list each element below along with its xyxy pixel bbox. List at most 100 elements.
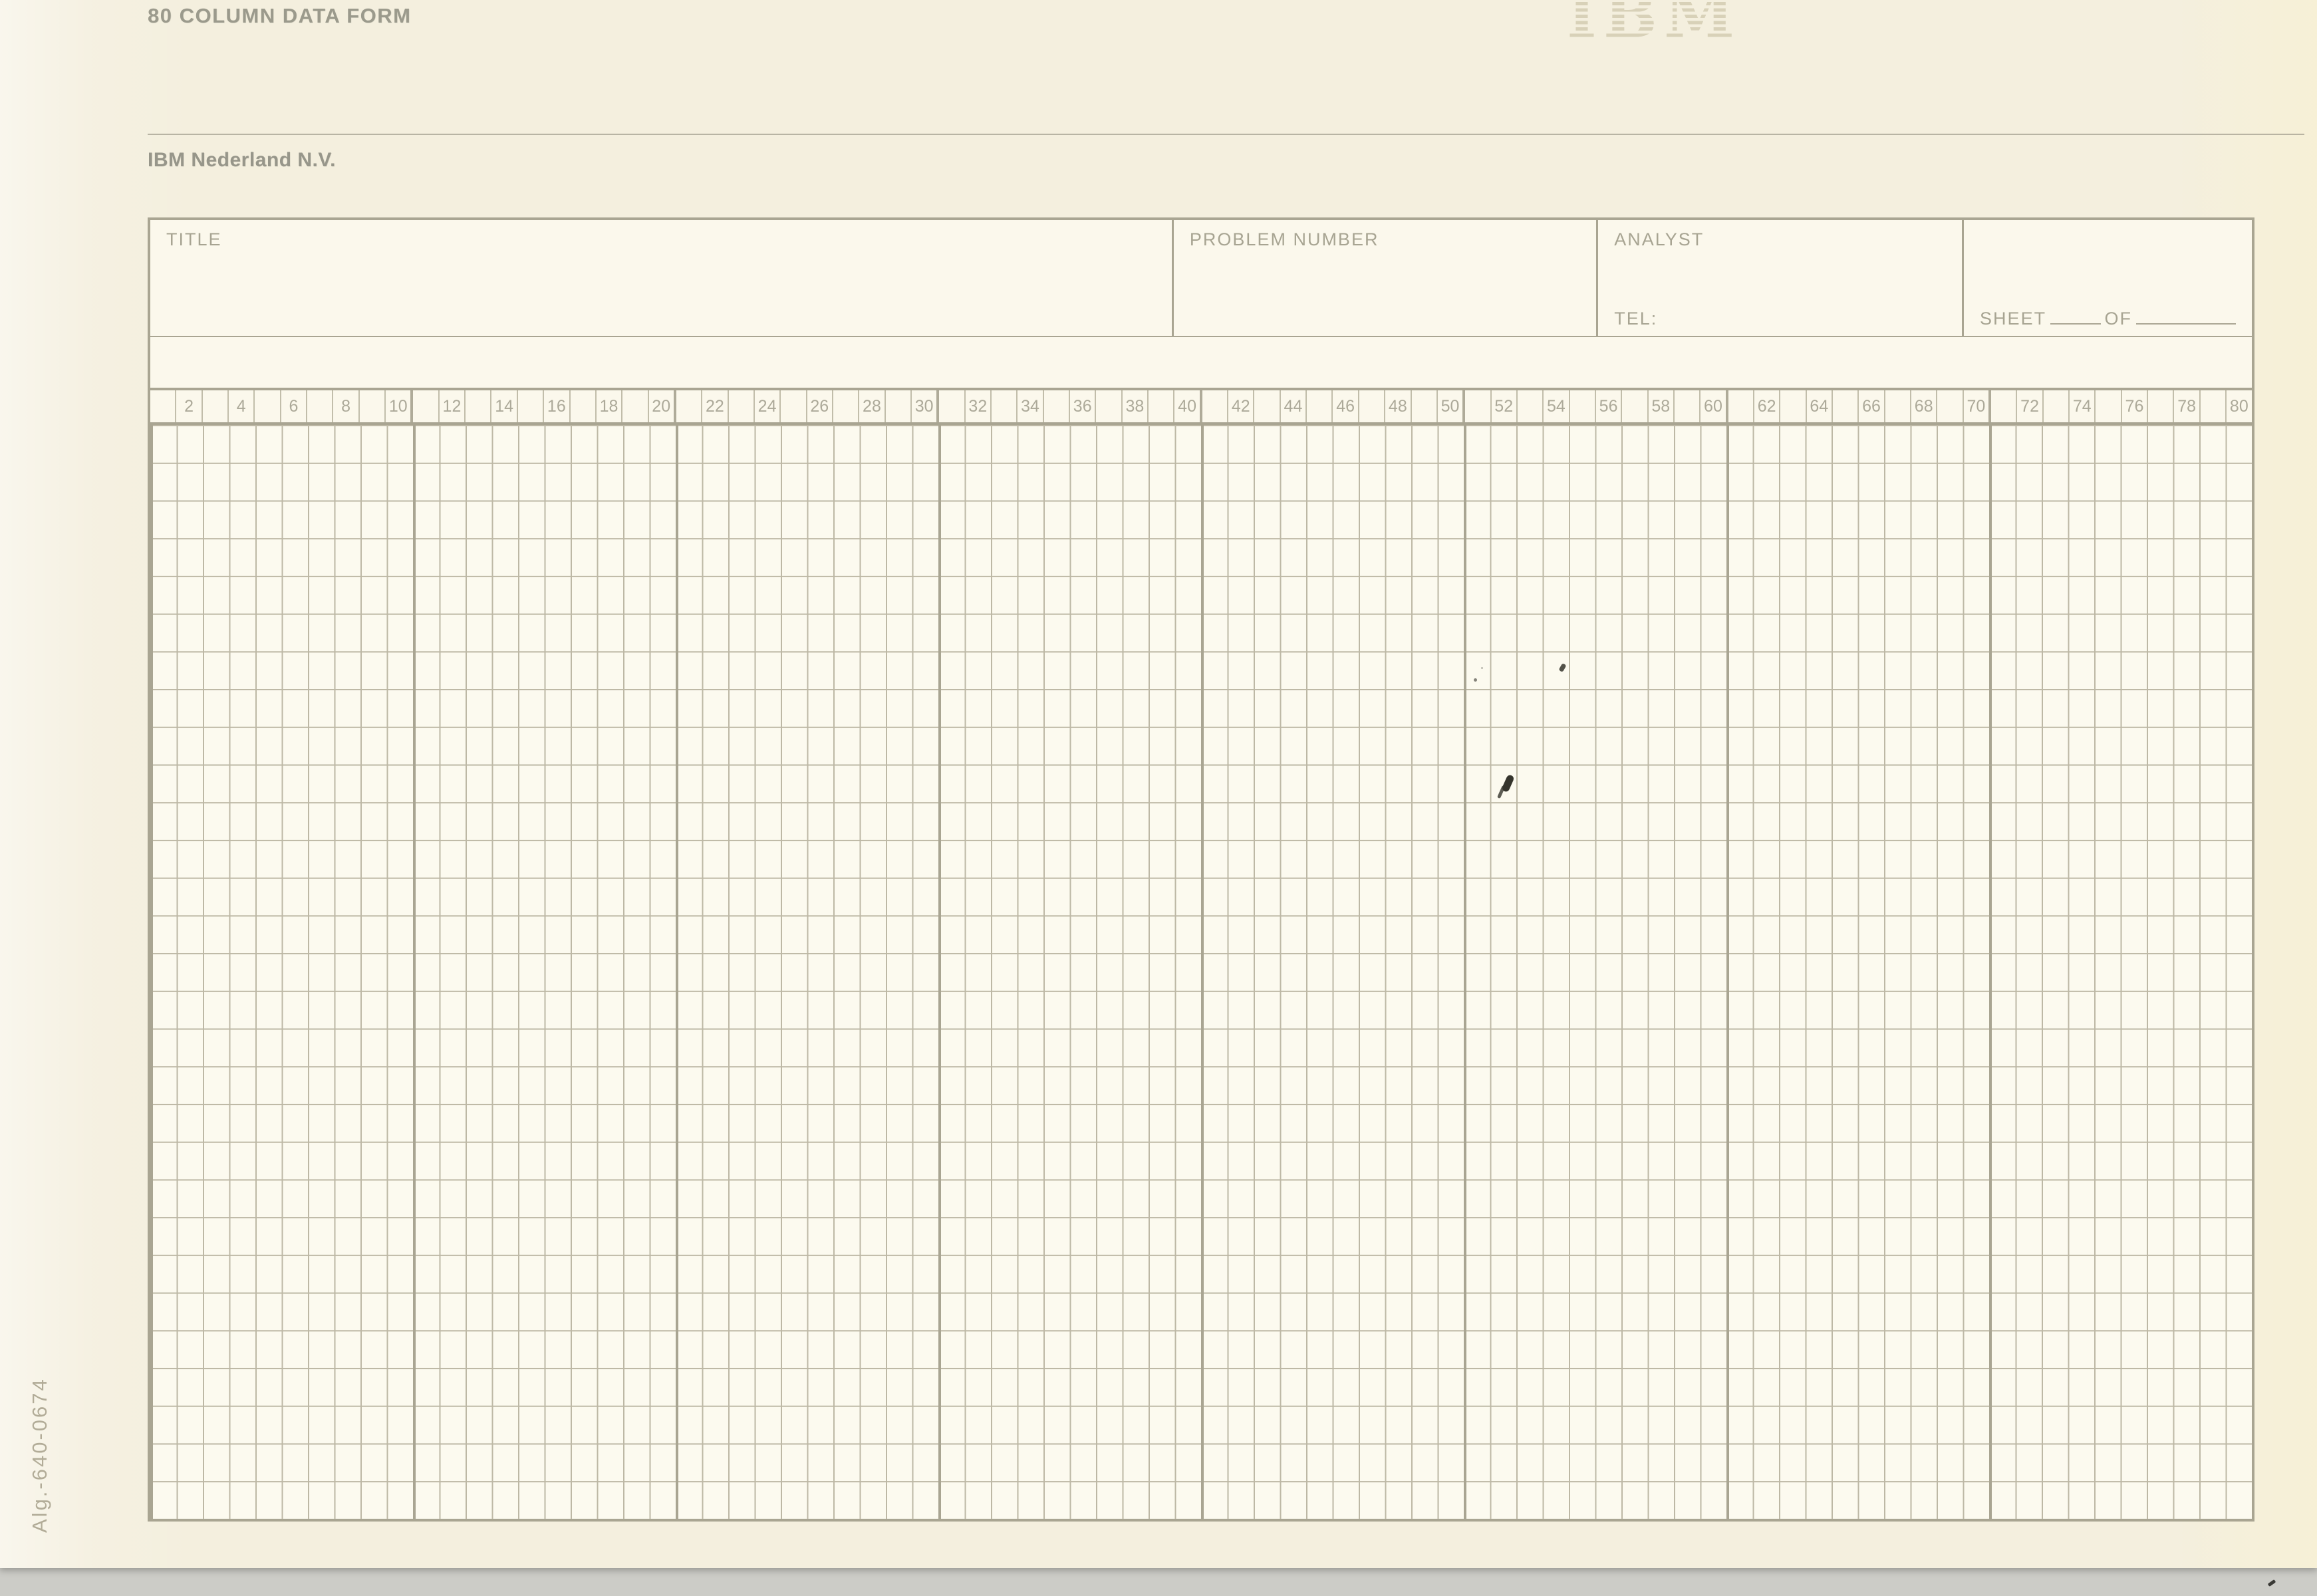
column-number-cell: 2: [176, 390, 202, 422]
column-number-cell: 50: [1438, 390, 1465, 422]
sheet-blank-rule: [2050, 306, 2100, 325]
sheet-field: SHEET OF: [1964, 220, 2252, 336]
column-number-cell: 70: [1964, 390, 1991, 422]
column-number-cell: [1149, 390, 1174, 422]
column-number-cell: [676, 390, 702, 422]
column-number-cell: 60: [1701, 390, 1728, 422]
scanned-page: 80 COLUMN DATA FORM IBM IBM Nederland N.…: [0, 0, 2317, 1596]
column-number-cell: 80: [2227, 390, 2251, 422]
column-number-cell: [1412, 390, 1438, 422]
column-number-cell: 38: [1123, 390, 1149, 422]
of-label: OF: [2105, 309, 2133, 329]
column-number-cell: [1465, 390, 1491, 422]
sheet-of-line: SHEET OF: [1980, 306, 2239, 329]
column-number-cell: 24: [755, 390, 781, 422]
column-number-cell: 64: [1807, 390, 1833, 422]
title-label: TITLE: [166, 229, 1172, 250]
column-number-cell: [1307, 390, 1333, 422]
column-number-cell: [1202, 390, 1228, 422]
column-number-cell: 6: [281, 390, 307, 422]
of-blank-rule: [2136, 306, 2236, 325]
blank-comment-strip: [150, 336, 2252, 388]
column-number-cell: [1254, 390, 1280, 422]
column-number-cell: [1833, 390, 1859, 422]
column-number-cell: 28: [859, 390, 885, 422]
column-number-cell: [518, 390, 544, 422]
data-form-table: TITLE PROBLEM NUMBER ANALYST TEL: SHEET …: [148, 217, 2254, 1522]
column-number-cell: [939, 390, 965, 422]
column-number-cell: 10: [386, 390, 413, 422]
column-number-cell: 48: [1385, 390, 1411, 422]
column-number-cell: [992, 390, 1018, 422]
column-number-cell: [2096, 390, 2121, 422]
column-number-cell: 72: [2017, 390, 2043, 422]
column-number-cell: 52: [1492, 390, 1518, 422]
column-number-cell: 34: [1018, 390, 1043, 422]
column-number-cell: [571, 390, 597, 422]
paper-sheet: 80 COLUMN DATA FORM IBM IBM Nederland N.…: [0, 0, 2317, 1568]
analyst-label: ANALYST: [1614, 229, 1962, 250]
column-number-cell: [1991, 390, 2017, 422]
column-number-cell: 56: [1596, 390, 1622, 422]
column-number-cell: [360, 390, 386, 422]
column-number-cell: [466, 390, 491, 422]
tel-label: TEL:: [1614, 309, 1962, 329]
column-number-cell: 20: [649, 390, 676, 422]
form-title: 80 COLUMN DATA FORM: [148, 4, 411, 28]
ibm-logo: IBM: [1567, 0, 1741, 42]
column-number-cell: 62: [1754, 390, 1780, 422]
ink-speck: [1474, 678, 1477, 682]
problem-number-field: PROBLEM NUMBER: [1174, 220, 1598, 336]
column-number-cell: [1675, 390, 1701, 422]
column-number-cell: [150, 390, 176, 422]
column-number-cell: [1622, 390, 1648, 422]
column-number-cell: [781, 390, 807, 422]
column-number-cell: [203, 390, 229, 422]
column-number-cell: 42: [1228, 390, 1254, 422]
column-number-cell: [2148, 390, 2174, 422]
column-number-cell: 18: [597, 390, 622, 422]
column-number-cell: [622, 390, 648, 422]
column-number-cell: 8: [333, 390, 359, 422]
column-number-cell: 36: [1070, 390, 1096, 422]
column-number-cell: [1518, 390, 1544, 422]
column-number-cell: [307, 390, 333, 422]
scanner-debris-mark: [2268, 1579, 2276, 1587]
column-number-cell: [1570, 390, 1596, 422]
form-header-row: TITLE PROBLEM NUMBER ANALYST TEL: SHEET …: [150, 220, 2252, 336]
coding-grid: [150, 425, 2252, 1519]
title-field: TITLE: [150, 220, 1174, 336]
column-number-cell: 32: [966, 390, 992, 422]
column-number-cell: [2044, 390, 2070, 422]
sheet-label: SHEET: [1980, 309, 2046, 329]
column-number-cell: [1096, 390, 1122, 422]
column-number-cell: 12: [440, 390, 466, 422]
column-number-cell: [1885, 390, 1911, 422]
column-number-cell: 22: [702, 390, 728, 422]
column-number-cell: 78: [2174, 390, 2200, 422]
column-number-cell: 74: [2070, 390, 2096, 422]
header-divider-rule: [148, 134, 2304, 135]
column-number-cell: 44: [1281, 390, 1307, 422]
analyst-field: ANALYST TEL:: [1598, 220, 1964, 336]
column-number-cell: 58: [1649, 390, 1675, 422]
column-number-cell: [413, 390, 439, 422]
column-number-cell: [1780, 390, 1806, 422]
column-number-cell: [255, 390, 281, 422]
column-number-cell: 40: [1174, 390, 1202, 422]
column-number-cell: 14: [491, 390, 517, 422]
column-number-cell: 16: [544, 390, 570, 422]
form-number: Alg.-640-0674: [28, 1377, 52, 1533]
column-number-cell: [2201, 390, 2227, 422]
column-number-cell: 76: [2122, 390, 2148, 422]
column-number-cell: 46: [1333, 390, 1359, 422]
column-number-cell: [886, 390, 912, 422]
problem-number-label: PROBLEM NUMBER: [1190, 229, 1596, 250]
column-number-cell: 26: [807, 390, 833, 422]
column-number-cell: 66: [1859, 390, 1885, 422]
column-number-cell: [833, 390, 859, 422]
column-number-cell: [1728, 390, 1754, 422]
column-number-cell: 4: [229, 390, 255, 422]
column-number-cell: 68: [1911, 390, 1937, 422]
company-name: IBM Nederland N.V.: [148, 149, 336, 172]
